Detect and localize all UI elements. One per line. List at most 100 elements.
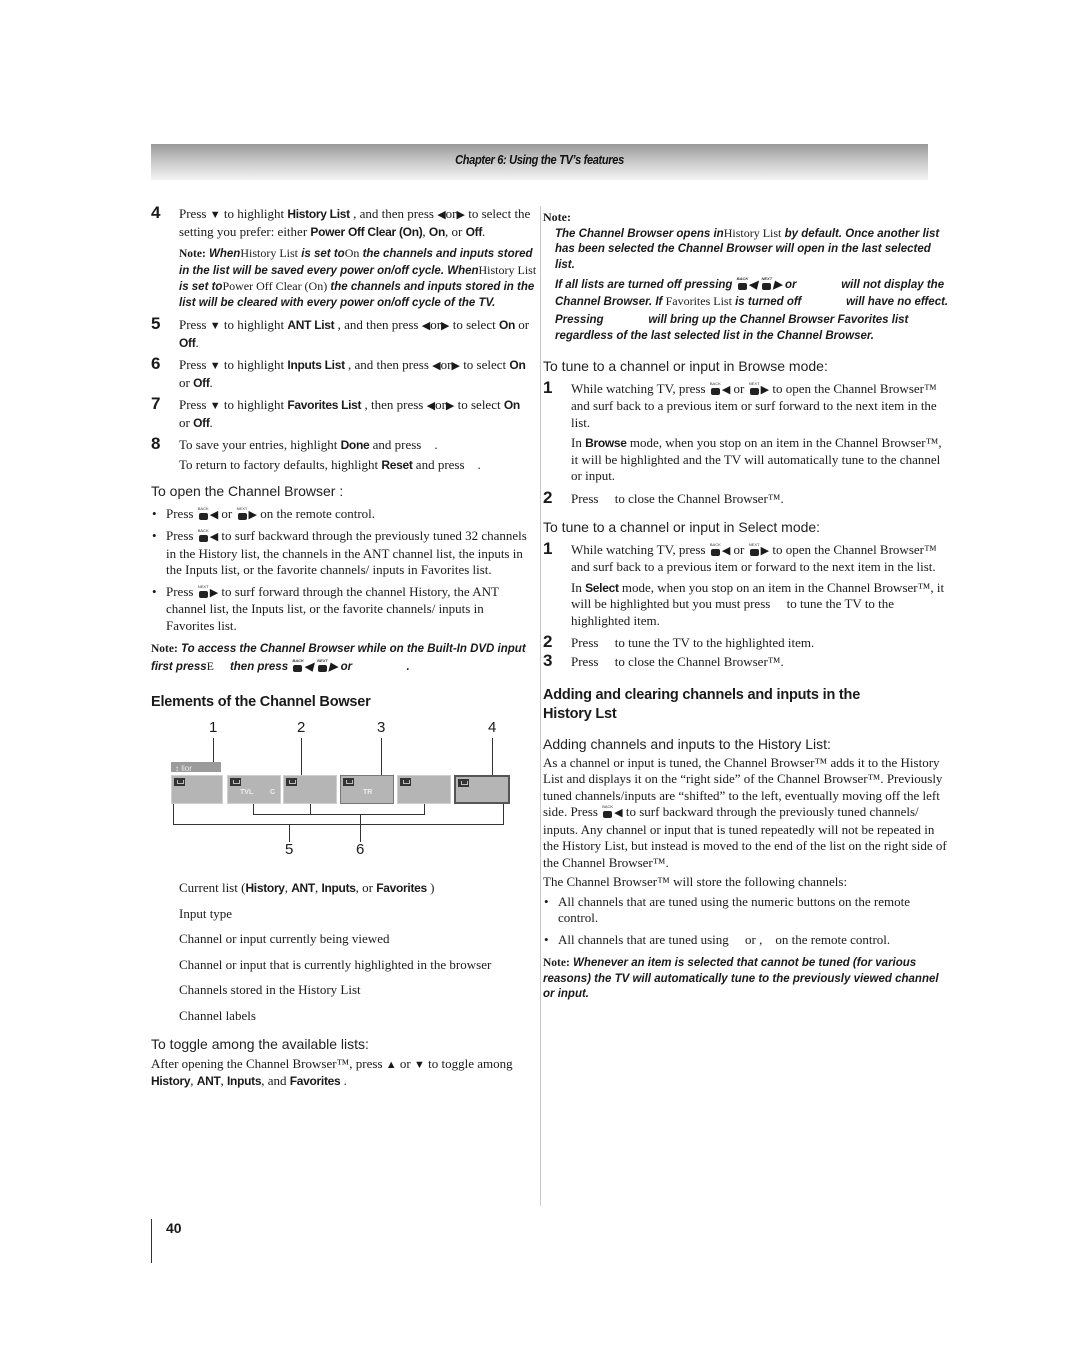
right-arrow-icon: ▶ xyxy=(441,320,450,332)
button-key xyxy=(317,664,327,672)
button-caption: BACK xyxy=(292,657,304,663)
down-arrow-icon: ▼ xyxy=(209,360,221,372)
note-paragraph: If all lists are turned off pressing BAC… xyxy=(555,276,950,310)
step-5: 5 Press ▼ to highlight ANT List , and th… xyxy=(151,315,531,351)
text: All channels that are tuned using xyxy=(558,931,729,947)
text: or xyxy=(179,414,190,430)
text: to highlight xyxy=(223,206,285,221)
bracket-line xyxy=(289,824,290,842)
menu-term: History xyxy=(151,1074,191,1088)
text: or xyxy=(440,357,452,372)
right-arrow-icon: ▶ xyxy=(773,279,782,291)
note-label: Note: xyxy=(543,210,571,224)
text: is set to xyxy=(179,281,223,293)
left-arrow-icon: ◀ xyxy=(721,383,731,396)
step-number: 2 xyxy=(543,632,553,651)
adding-subheading: Adding channels and inputs to the Histor… xyxy=(543,736,831,752)
chapter-header-bar: Chapter 6: Using the TV’s features xyxy=(151,144,928,180)
text: is turned off xyxy=(735,295,802,308)
adding-paragraph: As a channel or input is tuned, the Chan… xyxy=(543,755,950,872)
note-label: Note: xyxy=(543,957,570,969)
note-dvd-input: Note: To access the Channel Browser whil… xyxy=(151,642,531,675)
text: , xyxy=(314,880,319,895)
text: Whenever an item is selected that cannot… xyxy=(543,957,939,1000)
store-channels-intro: The Channel Browser™ will store the foll… xyxy=(543,874,848,889)
left-arrow-icon: ◀ xyxy=(209,531,219,543)
right-arrow-icon: ▶ xyxy=(451,360,460,372)
text: Press xyxy=(571,490,599,506)
bracket-line xyxy=(360,814,361,842)
text: To return to factory defaults, highlight xyxy=(179,456,379,472)
step-number: 1 xyxy=(543,538,553,558)
menu-term: ANT List xyxy=(287,318,335,332)
browse-step-1: 1 While watching TV, press BACK ◀ or NEXT… xyxy=(543,379,950,485)
text: , xyxy=(422,223,426,239)
menu-term: Off xyxy=(179,335,196,350)
text: mode, when you stop on an item in the Ch… xyxy=(571,435,942,483)
text: and press xyxy=(372,437,422,452)
channel-tile: TVL C xyxy=(227,775,281,804)
text: then press xyxy=(229,660,289,673)
text: Current list ( xyxy=(179,880,246,895)
back-button-icon: BACK xyxy=(710,381,721,395)
diagram-legend: Current list (History, ANT, Inputs, or F… xyxy=(179,880,531,1024)
elements-heading: Elements of the Channel Bowser xyxy=(151,694,371,710)
button-caption: NEXT xyxy=(197,583,209,589)
step-number: 4 xyxy=(151,203,161,222)
text: , and then press xyxy=(337,317,419,332)
antenna-icon xyxy=(458,779,469,787)
note-untunable: Note: Whenever an item is selected that … xyxy=(543,956,950,1003)
text: After opening the Channel Browser™, pres… xyxy=(151,1055,383,1071)
text: , then press xyxy=(364,397,424,412)
text: . xyxy=(434,437,438,452)
left-arrow-icon: ◀ xyxy=(432,360,441,372)
button-caption: NEXT xyxy=(748,541,760,547)
text: Press xyxy=(179,206,207,221)
menu-term: Favorites xyxy=(376,881,427,895)
step-4: 4 Press ▼ to highlight History List , an… xyxy=(151,203,536,311)
text: , xyxy=(284,880,288,895)
list-item: Press BACK◀ to surf backward through the… xyxy=(151,528,531,579)
left-arrow-icon: ◀ xyxy=(748,279,758,291)
bracket-line xyxy=(424,804,425,814)
text: History List xyxy=(478,262,537,277)
button-key xyxy=(293,664,303,672)
legend-item-5: Channels stored in the History List xyxy=(179,982,361,997)
text: , or xyxy=(445,223,463,239)
down-arrow-icon: ▼ xyxy=(209,400,221,412)
menu-term: On xyxy=(503,398,520,412)
step-7: 7 Press ▼ to highlight Favorites List , … xyxy=(151,395,531,431)
browse-step-2: 2 Press to close the Channel Browser™. xyxy=(543,489,950,508)
text: or xyxy=(435,397,446,412)
button-caption: NEXT xyxy=(761,276,773,281)
text: to toggle among xyxy=(428,1055,513,1071)
step-8-reset: To return to factory defaults, highlight… xyxy=(179,457,531,474)
highlighted-channel-tile xyxy=(454,775,510,804)
button-key xyxy=(710,387,720,395)
text: Press xyxy=(179,317,207,332)
button-caption: NEXT xyxy=(748,380,760,386)
text: If xyxy=(655,295,663,308)
button-key xyxy=(603,811,613,818)
text: or xyxy=(733,380,745,396)
left-arrow-icon: ◀ xyxy=(426,400,436,412)
text: . xyxy=(343,1073,347,1088)
leader-line xyxy=(301,738,302,778)
right-arrow-icon: ▶ xyxy=(209,586,219,599)
menu-term: Off xyxy=(193,415,210,430)
note-browser-defaults: Note: The Channel Browser opens inHistor… xyxy=(543,210,950,344)
channel-browser-diagram: 1 2 3 4 ↕ lior TVL C TR 5 6 xyxy=(167,719,510,870)
text: or xyxy=(733,541,745,557)
text: on the remote control. xyxy=(775,931,891,947)
legend-item-4: Channel or input that is currently highl… xyxy=(179,956,492,972)
text: . xyxy=(477,456,481,472)
button-caption: NEXT xyxy=(236,505,248,511)
button-caption: BACK xyxy=(709,541,721,547)
menu-term: Browse xyxy=(585,436,627,450)
button-caption: NEXT xyxy=(317,657,328,663)
legend-item-6: Channel labels xyxy=(179,1007,256,1023)
menu-term: Favorites xyxy=(289,1074,341,1088)
text: to close the Channel Browser™. xyxy=(614,490,784,506)
text: or xyxy=(430,317,442,332)
legend-item-1: Current list (History, ANT, Inputs, or F… xyxy=(179,880,531,897)
